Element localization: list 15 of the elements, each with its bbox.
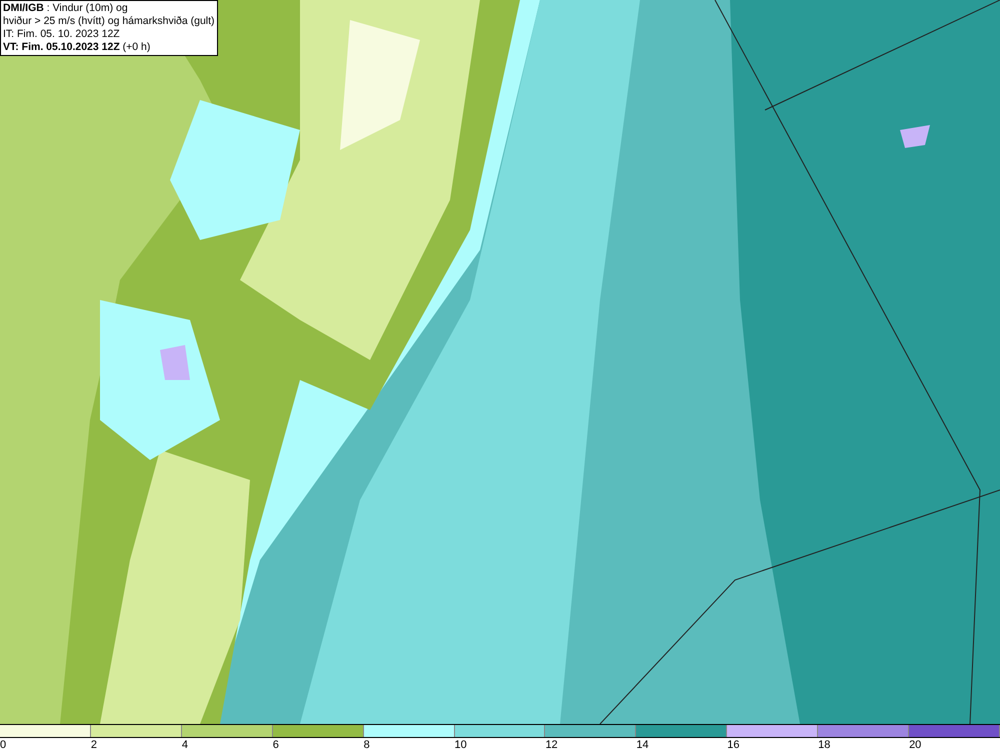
scale-label: 10 [454, 739, 467, 751]
scale-label: 16 [727, 739, 740, 751]
scale-label: 12 [545, 739, 558, 751]
scale-label: 20 [909, 739, 922, 751]
scale-label: 2 [90, 739, 98, 751]
legend-text: IT: Fim. 05. 10. 2023 12Z [3, 28, 121, 41]
legend-text: VT: Fim. 05.10.2023 12Z (+0 h) [3, 41, 152, 54]
legend-text: hviður > 25 m/s (hvítt) og hámarkshviða (gult) [3, 15, 215, 28]
scale-label: 8 [364, 739, 370, 751]
scale-label: 14 [636, 739, 649, 751]
scale-label: 0 [0, 739, 6, 751]
legend-text: DMI/IGB : Vindur (10m) og [3, 2, 129, 15]
scale-label: 4 [182, 739, 188, 751]
scale-label: 18 [818, 739, 830, 751]
scale-label: 6 [272, 739, 279, 751]
